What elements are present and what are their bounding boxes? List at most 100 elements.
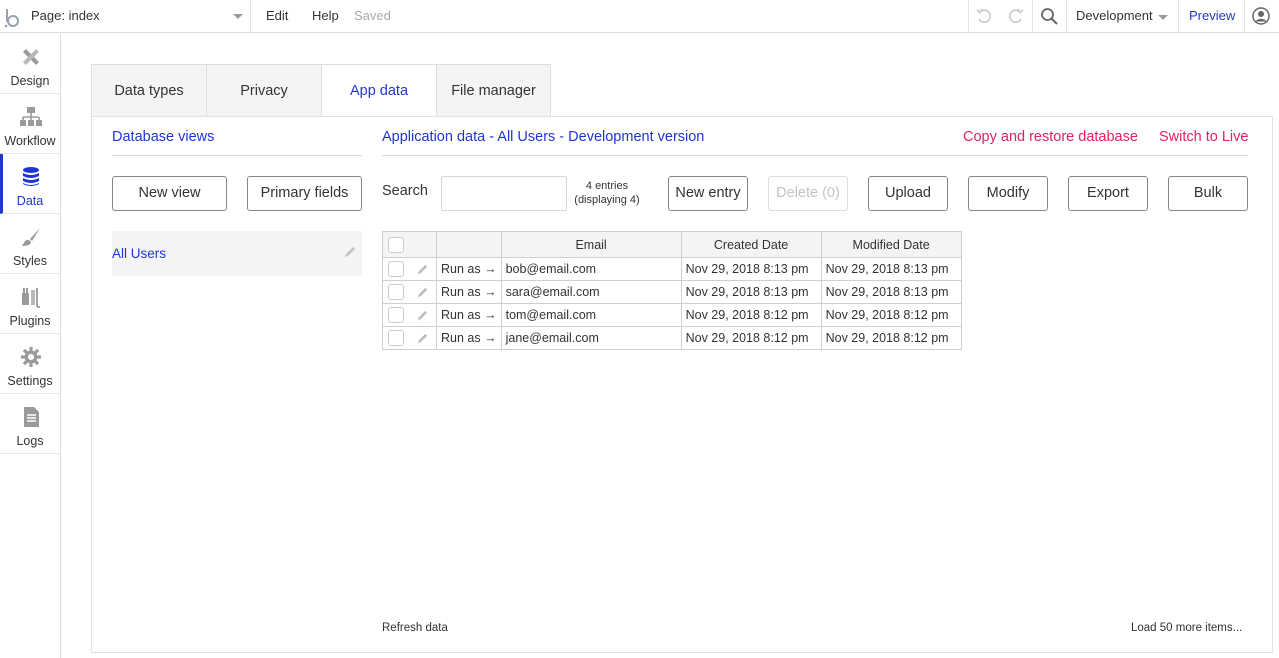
page-selector[interactable]: Page: index bbox=[31, 0, 251, 33]
tab-data-types[interactable]: Data types bbox=[91, 64, 207, 117]
sidebar-item-data[interactable]: Data bbox=[0, 154, 60, 214]
table-row: Run as → sara@email.com Nov 29, 2018 8:1… bbox=[382, 280, 962, 304]
email-cell: bob@email.com bbox=[500, 257, 682, 281]
sidebar-item-label: Data bbox=[16, 194, 44, 208]
divider bbox=[1032, 0, 1033, 33]
created-date-cell: Nov 29, 2018 8:13 pm bbox=[680, 257, 822, 281]
sidebar-item-label: Plugins bbox=[9, 314, 51, 328]
run-as-link[interactable]: Run as → bbox=[436, 326, 502, 350]
entries-count: 4 entries (displaying 4) bbox=[572, 179, 642, 207]
refresh-data-link[interactable]: Refresh data bbox=[382, 622, 448, 634]
modified-date-cell: Nov 29, 2018 8:12 pm bbox=[820, 303, 962, 327]
column-header-modified-date[interactable]: Modified Date bbox=[820, 231, 962, 258]
view-item-label: All Users bbox=[112, 246, 167, 261]
sidebar-item-plugins[interactable]: Plugins bbox=[0, 274, 60, 334]
sidebar-item-logs[interactable]: Logs bbox=[0, 394, 60, 454]
row-select-cell bbox=[382, 326, 437, 350]
select-all-checkbox[interactable] bbox=[388, 236, 404, 253]
tab-app-data[interactable]: App data bbox=[321, 64, 437, 118]
search-icon[interactable] bbox=[1040, 7, 1059, 26]
row-checkbox[interactable] bbox=[388, 330, 404, 346]
sidebar-item-label: Settings bbox=[7, 374, 53, 388]
row-checkbox[interactable] bbox=[388, 284, 404, 300]
bubble-logo-icon[interactable] bbox=[2, 6, 24, 28]
database-views-title: Database views bbox=[112, 129, 215, 145]
delete-button[interactable]: Delete (0) bbox=[768, 176, 848, 211]
table-row: Run as → tom@email.com Nov 29, 2018 8:12… bbox=[382, 303, 962, 327]
plugin-icon bbox=[22, 288, 40, 308]
left-sidebar: Design Workflow Data Styles Plugins Sett… bbox=[0, 34, 61, 658]
column-header-email[interactable]: Email bbox=[500, 231, 682, 258]
brush-icon bbox=[22, 228, 40, 246]
sidebar-item-styles[interactable]: Styles bbox=[0, 214, 60, 274]
undo-icon[interactable] bbox=[975, 7, 993, 25]
upload-button[interactable]: Upload bbox=[868, 176, 948, 211]
export-button[interactable]: Export bbox=[1068, 176, 1148, 211]
bulk-button[interactable]: Bulk bbox=[1168, 176, 1248, 211]
application-data-title: Application data - All Users - Developme… bbox=[382, 129, 705, 145]
run-as-header bbox=[436, 231, 502, 258]
modified-date-cell: Nov 29, 2018 8:12 pm bbox=[820, 326, 962, 350]
row-checkbox[interactable] bbox=[388, 261, 404, 277]
modify-button[interactable]: Modify bbox=[968, 176, 1048, 211]
divider bbox=[1178, 0, 1179, 33]
help-menu[interactable]: Help bbox=[312, 8, 339, 23]
tab-privacy[interactable]: Privacy bbox=[206, 64, 322, 117]
table-row: Run as → jane@email.com Nov 29, 2018 8:1… bbox=[382, 326, 962, 350]
environment-selector[interactable]: Development bbox=[1076, 8, 1153, 23]
top-bar: Page: index Edit Help Saved Development … bbox=[0, 0, 1279, 33]
divider bbox=[112, 155, 362, 156]
entries-displaying: (displaying 4) bbox=[574, 194, 640, 206]
gear-icon bbox=[21, 347, 41, 367]
modified-date-cell: Nov 29, 2018 8:13 pm bbox=[820, 280, 962, 304]
design-icon bbox=[23, 49, 39, 65]
edit-menu[interactable]: Edit bbox=[266, 8, 288, 23]
sidebar-item-workflow[interactable]: Workflow bbox=[0, 94, 60, 154]
search-label: Search bbox=[382, 183, 428, 199]
chevron-down-icon bbox=[1158, 15, 1168, 20]
user-avatar-icon[interactable] bbox=[1252, 7, 1270, 25]
sidebar-item-settings[interactable]: Settings bbox=[0, 334, 60, 394]
created-date-cell: Nov 29, 2018 8:13 pm bbox=[680, 280, 822, 304]
email-cell: sara@email.com bbox=[500, 280, 682, 304]
pencil-icon[interactable] bbox=[416, 286, 429, 299]
sidebar-item-label: Logs bbox=[16, 434, 44, 448]
select-all-cell bbox=[382, 231, 437, 258]
data-table: Email Created Date Modified Date Run as … bbox=[382, 231, 962, 350]
row-select-cell bbox=[382, 280, 437, 304]
run-as-link[interactable]: Run as → bbox=[436, 280, 502, 304]
pencil-icon[interactable] bbox=[343, 245, 357, 259]
pencil-icon[interactable] bbox=[416, 309, 429, 322]
sidebar-item-label: Workflow bbox=[4, 134, 56, 148]
pencil-icon[interactable] bbox=[416, 263, 429, 276]
sidebar-item-design[interactable]: Design bbox=[0, 34, 60, 94]
modified-date-cell: Nov 29, 2018 8:13 pm bbox=[820, 257, 962, 281]
view-item-all-users[interactable]: All Users bbox=[112, 231, 362, 276]
primary-fields-button[interactable]: Primary fields bbox=[247, 176, 362, 211]
email-cell: tom@email.com bbox=[500, 303, 682, 327]
divider bbox=[382, 155, 1248, 156]
redo-icon[interactable] bbox=[1007, 7, 1025, 25]
run-as-link[interactable]: Run as → bbox=[436, 257, 502, 281]
entries-total: 4 entries bbox=[585, 180, 629, 192]
copy-restore-link[interactable]: Copy and restore database bbox=[963, 129, 1138, 145]
column-header-created-date[interactable]: Created Date bbox=[680, 231, 822, 258]
database-icon bbox=[23, 167, 39, 186]
saved-status: Saved bbox=[354, 8, 391, 23]
pencil-icon[interactable] bbox=[416, 332, 429, 345]
chevron-down-icon bbox=[233, 14, 243, 19]
row-select-cell bbox=[382, 303, 437, 327]
page-selector-label: Page: index bbox=[31, 8, 100, 23]
tab-file-manager[interactable]: File manager bbox=[436, 64, 551, 117]
email-cell: jane@email.com bbox=[500, 326, 682, 350]
preview-button[interactable]: Preview bbox=[1189, 8, 1235, 23]
search-input[interactable] bbox=[441, 176, 567, 211]
load-more-link[interactable]: Load 50 more items... bbox=[1131, 622, 1242, 634]
switch-to-live-link[interactable]: Switch to Live bbox=[1159, 129, 1248, 145]
sidebar-item-label: Styles bbox=[12, 254, 48, 268]
new-view-button[interactable]: New view bbox=[112, 176, 227, 211]
run-as-link[interactable]: Run as → bbox=[436, 303, 502, 327]
created-date-cell: Nov 29, 2018 8:12 pm bbox=[680, 303, 822, 327]
new-entry-button[interactable]: New entry bbox=[668, 176, 748, 211]
row-checkbox[interactable] bbox=[388, 307, 404, 323]
